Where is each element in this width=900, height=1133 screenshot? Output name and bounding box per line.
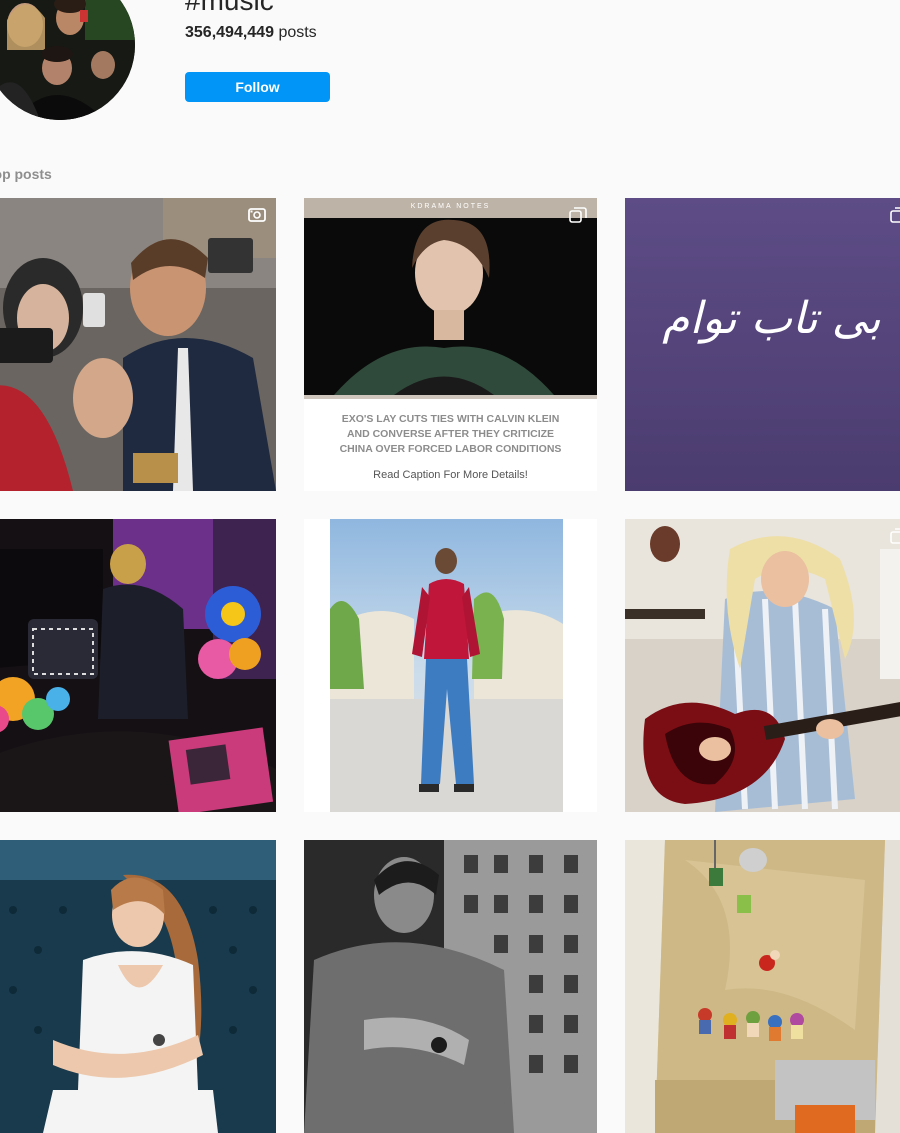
- post-image-woman-sofa: [0, 840, 276, 1133]
- post-thumbnail-4[interactable]: [0, 519, 276, 812]
- post-thumbnail-5[interactable]: [304, 519, 597, 812]
- post-image-guitar-player: [625, 519, 900, 812]
- video-icon: [248, 207, 266, 223]
- news-headline-line-2: AND CONVERSE AFTER THEY CRITICIZE: [346, 428, 555, 440]
- post-image-flower-room: [0, 519, 276, 812]
- carousel-icon: [890, 528, 900, 544]
- post-thumbnail-6[interactable]: [625, 519, 900, 812]
- post-image-bw-portrait: [304, 840, 597, 1133]
- hashtag-avatar: [0, 0, 135, 120]
- post-thumbnail-8[interactable]: [304, 840, 597, 1133]
- post-image-red-carpet-selfie: [0, 198, 276, 491]
- post-image-man-red-shirt: [304, 519, 597, 812]
- post-thumbnail-1[interactable]: [0, 198, 276, 491]
- news-headline-line-1: EXO'S LAY CUTS TIES WITH CALVIN KLEIN: [341, 413, 560, 425]
- carousel-icon: [890, 207, 900, 223]
- post-thumbnail-7[interactable]: [0, 840, 276, 1133]
- hashtag-title: #music: [185, 0, 274, 16]
- post-count-label: posts: [278, 24, 317, 41]
- post-thumbnail-3[interactable]: بی تاب توام: [625, 198, 900, 491]
- post-count-value: 356,494,449: [185, 24, 274, 41]
- post-thumbnail-2[interactable]: KDRAMA NOTES EXO'S LAY CUTS TIES WITH CA…: [304, 198, 597, 491]
- post-image-miniature-figures: [625, 840, 900, 1133]
- post-thumbnail-9[interactable]: [625, 840, 900, 1133]
- carousel-icon: [569, 207, 587, 223]
- avatar-photo: [0, 0, 135, 120]
- news-headline-line-3: CHINA OVER FORCED LABOR CONDITIONS: [339, 443, 562, 455]
- top-posts-heading: Top posts: [0, 166, 52, 182]
- calligraphy-text: بی تاب توام: [662, 293, 881, 344]
- follow-button[interactable]: Follow: [185, 72, 330, 102]
- news-source-label: KDRAMA NOTES: [410, 203, 491, 210]
- post-count: 356,494,449 posts: [185, 24, 317, 42]
- news-footer-text: Read Caption For More Details!: [373, 469, 528, 481]
- post-image-calligraphy: [625, 198, 900, 491]
